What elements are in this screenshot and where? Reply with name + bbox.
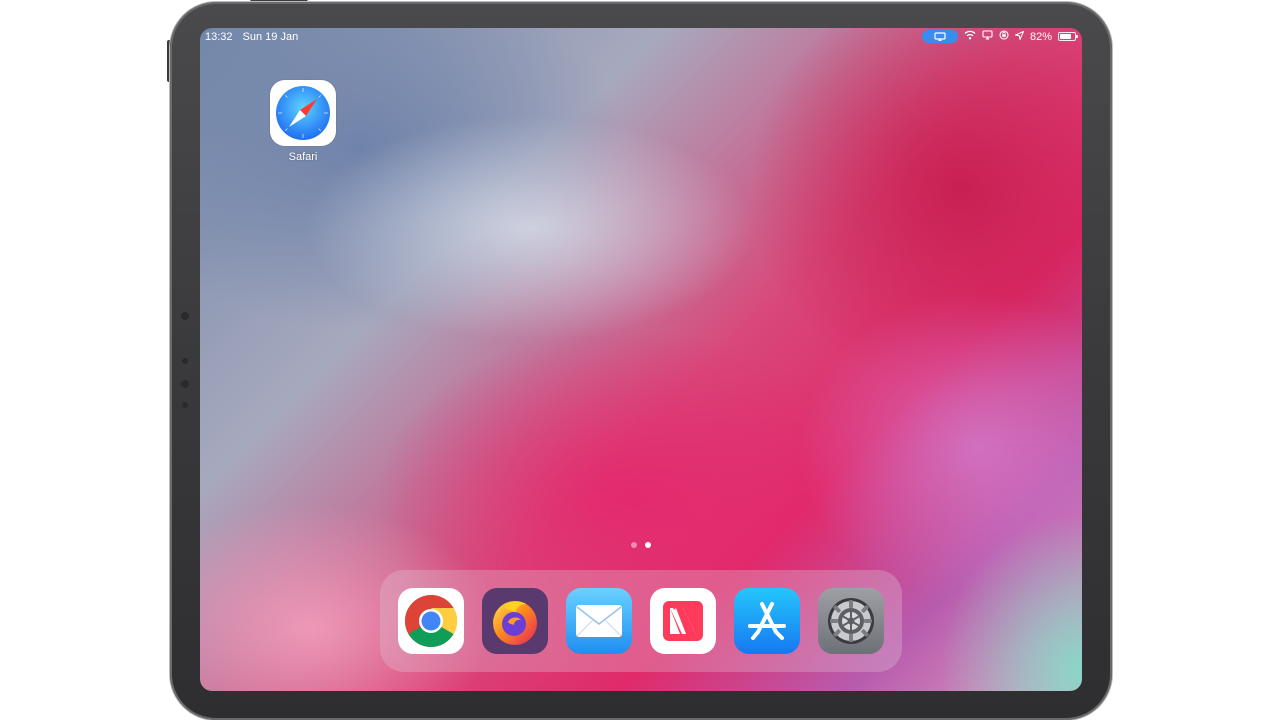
status-right: 82% (921, 30, 1078, 43)
airplay-icon (982, 30, 993, 43)
dock (380, 570, 902, 672)
page-dot-active[interactable] (645, 542, 651, 548)
page-dot[interactable] (631, 542, 637, 548)
status-time: 13:32 (205, 31, 233, 43)
battery-percent: 82% (1029, 30, 1052, 43)
home-screen: 13:32 Sun 19 Jan 82% Safari (200, 28, 1082, 691)
stage: 13:32 Sun 19 Jan 82% Safari (0, 0, 1280, 720)
sensor-dot (181, 380, 189, 388)
chrome-icon[interactable] (398, 588, 464, 654)
safari-icon[interactable] (270, 80, 336, 146)
mail-icon[interactable] (566, 588, 632, 654)
wifi-icon (964, 30, 976, 43)
sensor-dot (182, 402, 188, 408)
status-bar: 13:32 Sun 19 Jan 82% (200, 28, 1082, 46)
page-indicator[interactable] (631, 542, 651, 548)
news-icon[interactable] (650, 588, 716, 654)
battery-icon (1058, 32, 1078, 41)
location-icon (1013, 30, 1025, 43)
status-date: Sun 19 Jan (242, 31, 299, 43)
app-store-icon[interactable] (734, 588, 800, 654)
firefox-icon[interactable] (482, 588, 548, 654)
screen-mirroring-icon[interactable] (921, 30, 958, 43)
app-label-safari: Safari (288, 151, 318, 163)
orientation-lock-icon (999, 30, 1009, 43)
battery-fill (1060, 34, 1072, 39)
status-left: 13:32 Sun 19 Jan (205, 31, 298, 43)
settings-icon[interactable] (818, 588, 884, 654)
sensor-dot (182, 358, 188, 364)
camera-sensor (181, 312, 189, 320)
home-app-safari[interactable]: Safari (270, 80, 336, 163)
